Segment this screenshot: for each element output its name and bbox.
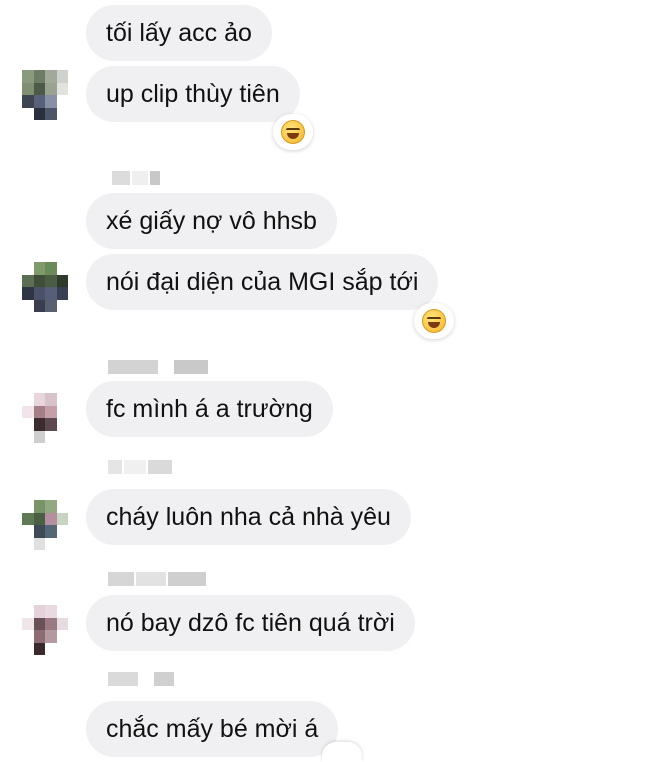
sender-avatar[interactable]: [22, 393, 68, 443]
message-bubble[interactable]: tối lấy acc ảo: [86, 5, 272, 61]
sender-name-redacted: [108, 572, 206, 586]
sender-avatar[interactable]: [22, 70, 68, 120]
message-bubble[interactable]: up clip thùy tiên: [86, 66, 300, 122]
sender-avatar[interactable]: [22, 262, 68, 312]
sender-avatar[interactable]: [22, 500, 68, 550]
reaction-badge[interactable]: [322, 742, 362, 762]
message-text: xé giấy nợ vô hhsb: [106, 206, 317, 235]
message-bubble[interactable]: nói đại diện của MGI sắp tới: [86, 254, 439, 310]
reaction-badge[interactable]: [414, 303, 454, 339]
chat-screen: { "messages": [ {"text": "tối lấy acc ảo…: [0, 0, 660, 762]
laughing-face-icon: [422, 309, 446, 333]
message-bubble[interactable]: fc mình á a trường: [86, 381, 333, 437]
message-text: chắc mấy bé mời á: [106, 714, 319, 743]
message-text: nó bay dzô fc tiên quá trời: [106, 608, 395, 637]
message-text: tối lấy acc ảo: [106, 18, 252, 47]
sender-name-redacted: [112, 171, 160, 185]
message-bubble[interactable]: nó bay dzô fc tiên quá trời: [86, 595, 415, 651]
message-text: nói đại diện của MGI sắp tới: [106, 267, 419, 296]
sender-name-redacted: [108, 460, 172, 474]
reaction-badge[interactable]: [273, 114, 313, 150]
message-bubble[interactable]: chắc mấy bé mời á: [86, 701, 339, 757]
message-bubble[interactable]: xé giấy nợ vô hhsb: [86, 193, 337, 249]
message-text: up clip thùy tiên: [106, 79, 280, 108]
sender-avatar[interactable]: [22, 605, 68, 655]
message-text: fc mình á a trường: [106, 394, 313, 423]
message-bubble[interactable]: cháy luôn nha cả nhà yêu: [86, 489, 411, 545]
sender-name-redacted: [108, 360, 208, 374]
laughing-face-icon: [281, 120, 305, 144]
message-text: cháy luôn nha cả nhà yêu: [106, 502, 391, 531]
sender-name-redacted: [108, 672, 174, 686]
